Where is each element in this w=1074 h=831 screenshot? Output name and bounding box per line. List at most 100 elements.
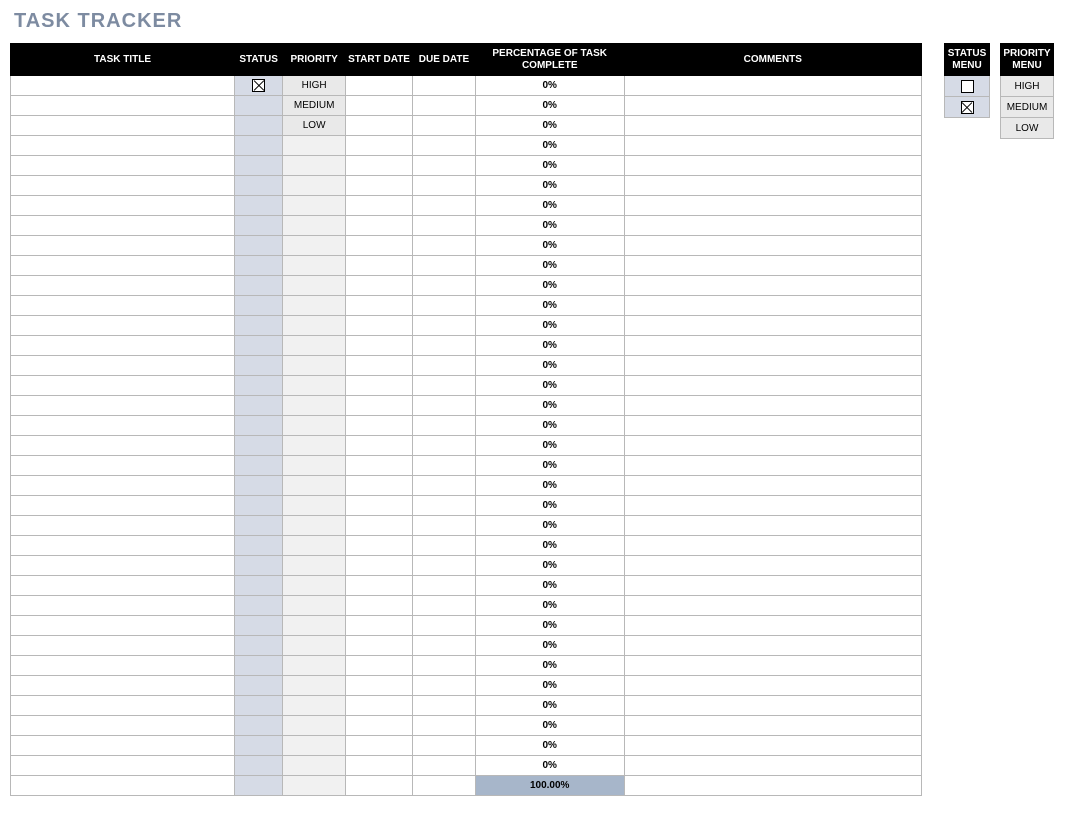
comments-cell[interactable] xyxy=(624,676,921,696)
comments-cell[interactable] xyxy=(624,276,921,296)
status-cell[interactable] xyxy=(235,376,283,396)
priority-menu-cell[interactable]: LOW xyxy=(1001,118,1054,139)
status-cell[interactable] xyxy=(235,76,283,96)
priority-cell[interactable] xyxy=(283,196,346,216)
due-date-cell[interactable] xyxy=(413,736,476,756)
comments-cell[interactable] xyxy=(624,656,921,676)
comments-cell[interactable] xyxy=(624,616,921,636)
status-cell[interactable] xyxy=(235,696,283,716)
task-title-cell[interactable] xyxy=(11,536,235,556)
status-cell[interactable] xyxy=(235,676,283,696)
due-date-cell[interactable] xyxy=(413,656,476,676)
pct-complete-cell[interactable]: 0% xyxy=(475,436,624,456)
pct-complete-cell[interactable]: 0% xyxy=(475,756,624,776)
comments-cell[interactable] xyxy=(624,376,921,396)
status-cell[interactable] xyxy=(235,596,283,616)
status-cell[interactable] xyxy=(235,516,283,536)
pct-complete-cell[interactable]: 0% xyxy=(475,516,624,536)
pct-complete-cell[interactable]: 0% xyxy=(475,636,624,656)
comments-cell[interactable] xyxy=(624,636,921,656)
pct-complete-cell[interactable]: 0% xyxy=(475,296,624,316)
total-priority[interactable] xyxy=(283,776,346,796)
pct-complete-cell[interactable]: 0% xyxy=(475,416,624,436)
start-date-cell[interactable] xyxy=(346,156,413,176)
status-cell[interactable] xyxy=(235,236,283,256)
priority-cell[interactable] xyxy=(283,456,346,476)
pct-complete-cell[interactable]: 0% xyxy=(475,276,624,296)
start-date-cell[interactable] xyxy=(346,216,413,236)
task-title-cell[interactable] xyxy=(11,476,235,496)
pct-complete-cell[interactable]: 0% xyxy=(475,156,624,176)
start-date-cell[interactable] xyxy=(346,76,413,96)
start-date-cell[interactable] xyxy=(346,736,413,756)
start-date-cell[interactable] xyxy=(346,576,413,596)
total-due-date[interactable] xyxy=(413,776,476,796)
task-title-cell[interactable] xyxy=(11,716,235,736)
start-date-cell[interactable] xyxy=(346,456,413,476)
comments-cell[interactable] xyxy=(624,96,921,116)
total-task-title[interactable] xyxy=(11,776,235,796)
task-title-cell[interactable] xyxy=(11,316,235,336)
total-status[interactable] xyxy=(235,776,283,796)
pct-complete-cell[interactable]: 0% xyxy=(475,256,624,276)
comments-cell[interactable] xyxy=(624,216,921,236)
pct-complete-cell[interactable]: 0% xyxy=(475,176,624,196)
start-date-cell[interactable] xyxy=(346,356,413,376)
due-date-cell[interactable] xyxy=(413,316,476,336)
task-title-cell[interactable] xyxy=(11,276,235,296)
due-date-cell[interactable] xyxy=(413,536,476,556)
due-date-cell[interactable] xyxy=(413,636,476,656)
status-cell[interactable] xyxy=(235,456,283,476)
task-title-cell[interactable] xyxy=(11,456,235,476)
priority-cell[interactable] xyxy=(283,476,346,496)
pct-complete-cell[interactable]: 0% xyxy=(475,96,624,116)
total-comments[interactable] xyxy=(624,776,921,796)
status-cell[interactable] xyxy=(235,356,283,376)
priority-cell[interactable] xyxy=(283,256,346,276)
status-cell[interactable] xyxy=(235,576,283,596)
comments-cell[interactable] xyxy=(624,476,921,496)
priority-cell[interactable] xyxy=(283,716,346,736)
checkbox-icon[interactable] xyxy=(961,80,974,93)
priority-cell[interactable] xyxy=(283,176,346,196)
task-title-cell[interactable] xyxy=(11,376,235,396)
comments-cell[interactable] xyxy=(624,236,921,256)
task-title-cell[interactable] xyxy=(11,336,235,356)
start-date-cell[interactable] xyxy=(346,256,413,276)
status-cell[interactable] xyxy=(235,396,283,416)
priority-cell[interactable] xyxy=(283,616,346,636)
comments-cell[interactable] xyxy=(624,396,921,416)
due-date-cell[interactable] xyxy=(413,456,476,476)
task-title-cell[interactable] xyxy=(11,676,235,696)
checkbox-icon[interactable] xyxy=(961,101,974,114)
priority-menu-cell[interactable]: MEDIUM xyxy=(1001,97,1054,118)
due-date-cell[interactable] xyxy=(413,436,476,456)
priority-cell[interactable]: HIGH xyxy=(283,76,346,96)
start-date-cell[interactable] xyxy=(346,496,413,516)
total-start-date[interactable] xyxy=(346,776,413,796)
task-title-cell[interactable] xyxy=(11,116,235,136)
start-date-cell[interactable] xyxy=(346,436,413,456)
priority-cell[interactable]: MEDIUM xyxy=(283,96,346,116)
comments-cell[interactable] xyxy=(624,356,921,376)
due-date-cell[interactable] xyxy=(413,176,476,196)
due-date-cell[interactable] xyxy=(413,676,476,696)
priority-cell[interactable] xyxy=(283,336,346,356)
task-title-cell[interactable] xyxy=(11,756,235,776)
status-cell[interactable] xyxy=(235,716,283,736)
priority-cell[interactable] xyxy=(283,736,346,756)
comments-cell[interactable] xyxy=(624,256,921,276)
task-title-cell[interactable] xyxy=(11,436,235,456)
comments-cell[interactable] xyxy=(624,176,921,196)
status-menu-cell[interactable] xyxy=(945,76,990,97)
due-date-cell[interactable] xyxy=(413,76,476,96)
comments-cell[interactable] xyxy=(624,696,921,716)
due-date-cell[interactable] xyxy=(413,336,476,356)
comments-cell[interactable] xyxy=(624,196,921,216)
start-date-cell[interactable] xyxy=(346,696,413,716)
priority-cell[interactable] xyxy=(283,136,346,156)
status-cell[interactable] xyxy=(235,556,283,576)
task-title-cell[interactable] xyxy=(11,596,235,616)
pct-complete-cell[interactable]: 0% xyxy=(475,656,624,676)
due-date-cell[interactable] xyxy=(413,356,476,376)
